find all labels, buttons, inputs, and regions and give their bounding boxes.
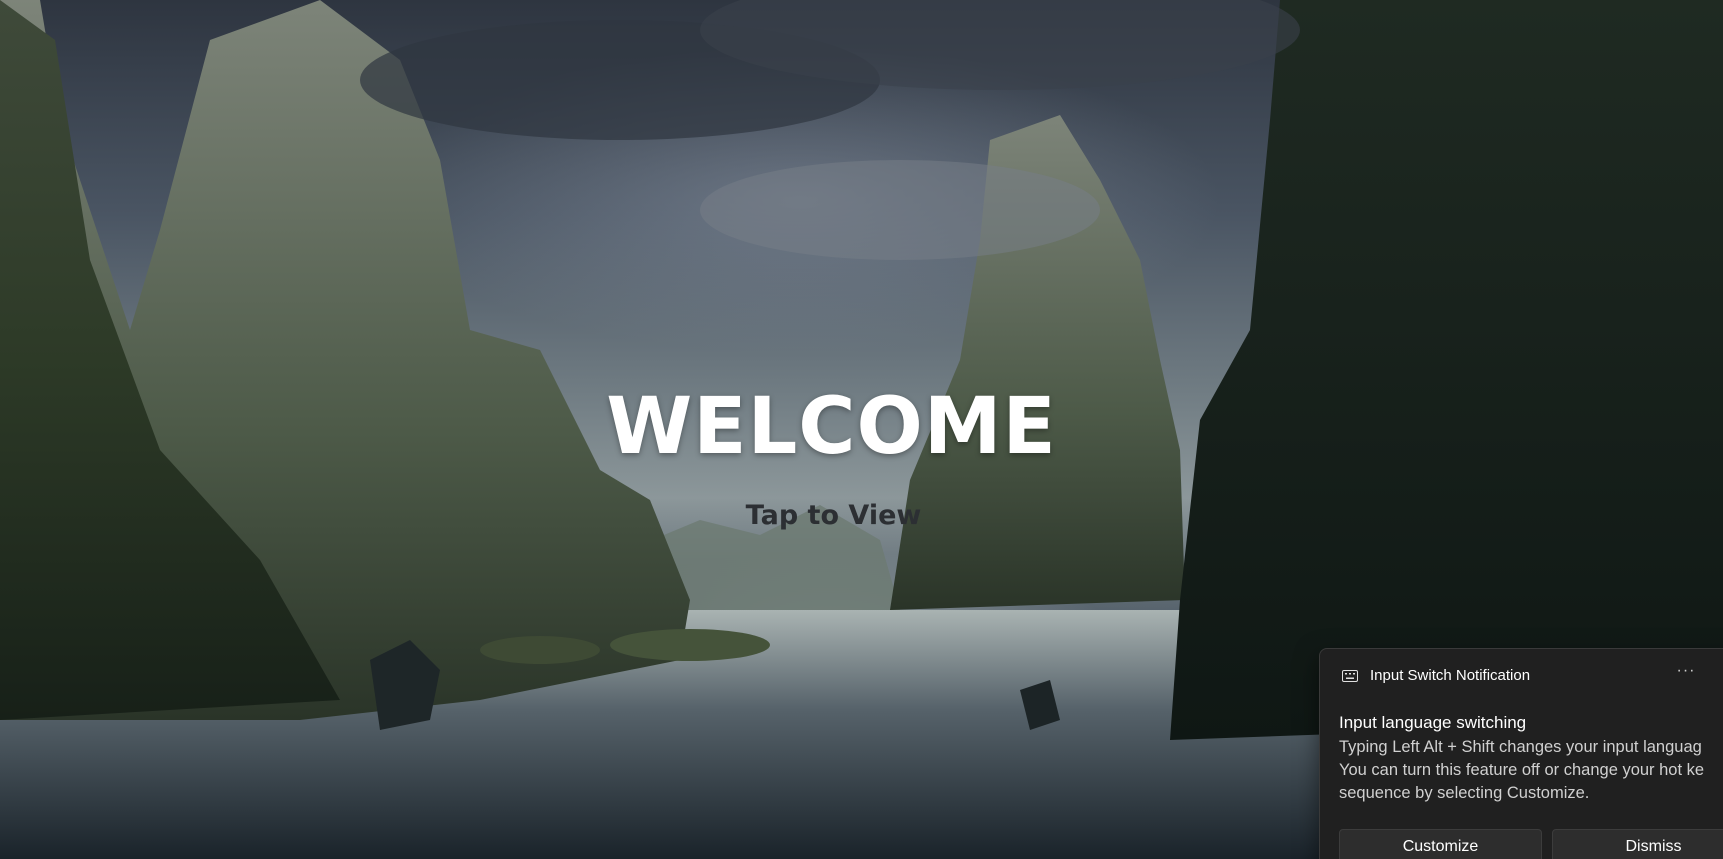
notification-app-name: Input Switch Notification xyxy=(1370,666,1531,684)
notification-body: Typing Left Alt + Shift changes your inp… xyxy=(1339,736,1723,805)
notification-body-line: sequence by selecting Customize. xyxy=(1339,784,1590,802)
notification-header: Input Switch Notification xyxy=(1342,663,1530,687)
lock-screen[interactable]: WELCOME Tap to View Input Switch Notific… xyxy=(0,0,1723,859)
dismiss-button[interactable]: Dismiss xyxy=(1552,829,1723,859)
tap-to-view-label[interactable]: Tap to View xyxy=(0,500,1667,531)
notification-body-line: Typing Left Alt + Shift changes your inp… xyxy=(1339,738,1702,756)
welcome-heading: WELCOME xyxy=(606,382,1057,472)
notification-title: Input language switching xyxy=(1339,713,1527,732)
notification-body-line: You can turn this feature off or change … xyxy=(1339,761,1705,779)
customize-button[interactable]: Customize xyxy=(1339,829,1542,859)
input-switch-notification[interactable]: Input Switch Notification ··· Input lang… xyxy=(1319,648,1723,859)
keyboard-icon xyxy=(1342,669,1358,682)
more-options-icon[interactable]: ··· xyxy=(1674,661,1698,685)
